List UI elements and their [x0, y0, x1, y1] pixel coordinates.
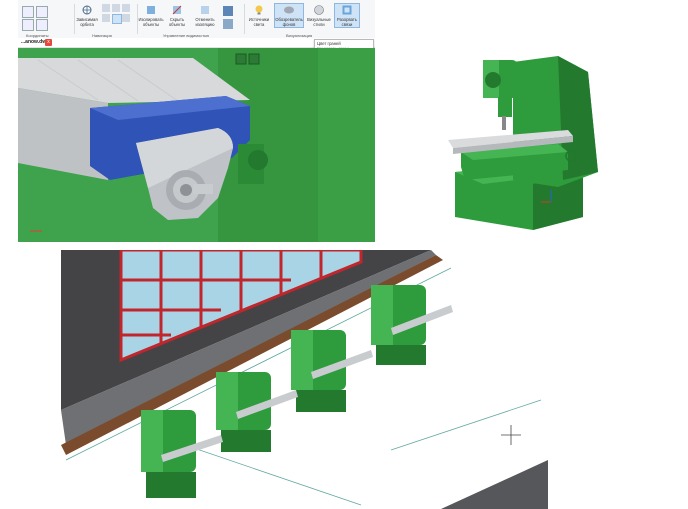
- ribbon-group-navigation: Зависимая орбита Навигация: [76, 2, 136, 38]
- pan-icon[interactable]: [102, 4, 110, 12]
- workshop-layout-model: [61, 250, 548, 509]
- workshop-layout-render: [61, 250, 548, 509]
- ribbon-group-visibility: Изолировать объекты Скрыть объекты Отмен…: [138, 2, 243, 38]
- zoom-extents-icon[interactable]: [102, 14, 110, 22]
- hide-button[interactable]: Скрыть объекты: [165, 4, 189, 27]
- view-icon[interactable]: [22, 19, 34, 31]
- cad-window: Координаты Зависимая орбита Навигация Из…: [18, 0, 375, 242]
- break-links-label: Разорвать связи: [337, 17, 357, 27]
- ribbon-separator: [244, 4, 245, 34]
- named-ucs-icon[interactable]: [36, 19, 48, 31]
- close-tab-button[interactable]: x: [45, 39, 52, 46]
- walk-icon[interactable]: [122, 4, 130, 12]
- hide-icon: [172, 5, 182, 15]
- zoom-icon[interactable]: [112, 4, 120, 12]
- orbit-label: Зависимая орбита: [76, 17, 98, 27]
- view-cube-icon[interactable]: [112, 14, 122, 24]
- visual-styles-button[interactable]: Визуальные стили: [306, 4, 332, 27]
- world-icon[interactable]: [36, 6, 48, 18]
- ribbon-toolbar: Координаты Зависимая орбита Навигация Из…: [18, 0, 375, 39]
- background-browser-label: Обозреватель фонов: [275, 17, 303, 27]
- orbit-button[interactable]: Зависимая орбита: [76, 4, 98, 27]
- unisolate-label: Отменить изоляцию: [195, 17, 215, 27]
- background-browser-button[interactable]: Обозреватель фонов: [274, 3, 304, 28]
- ribbon-separator: [74, 4, 75, 34]
- 3d-viewport[interactable]: [18, 48, 375, 242]
- isolate-button[interactable]: Изолировать объекты: [138, 4, 164, 27]
- isolate-label: Изолировать объекты: [138, 17, 164, 27]
- hide-label: Скрыть объекты: [168, 17, 186, 27]
- ribbon-group-visualization: Источники света Обозреватель фонов Визуа…: [246, 2, 374, 38]
- ribbon-group-coordinates: Координаты: [18, 2, 74, 38]
- layer-icon[interactable]: [223, 19, 233, 29]
- ucs-icon[interactable]: [22, 6, 34, 18]
- background-icon: [284, 6, 294, 14]
- orbit-icon: [82, 5, 92, 15]
- fly-icon[interactable]: [122, 14, 130, 22]
- light-sources-button[interactable]: Источники света: [246, 4, 272, 27]
- visual-styles-icon: [314, 5, 324, 15]
- light-icon: [255, 5, 263, 15]
- isolate-icon: [147, 6, 155, 14]
- break-links-icon: [342, 5, 352, 15]
- break-links-button[interactable]: Разорвать связи: [334, 3, 360, 28]
- milling-machine-model: [383, 52, 683, 237]
- visual-styles-label: Визуальные стили: [307, 17, 331, 27]
- light-sources-label: Источники света: [248, 17, 270, 27]
- unisolate-icon: [201, 6, 209, 14]
- unisolate-button[interactable]: Отменить изоляцию: [191, 4, 219, 27]
- vise-closeup-model: [18, 48, 375, 242]
- cube-icon[interactable]: [223, 6, 233, 16]
- milling-machine-render: [383, 52, 683, 237]
